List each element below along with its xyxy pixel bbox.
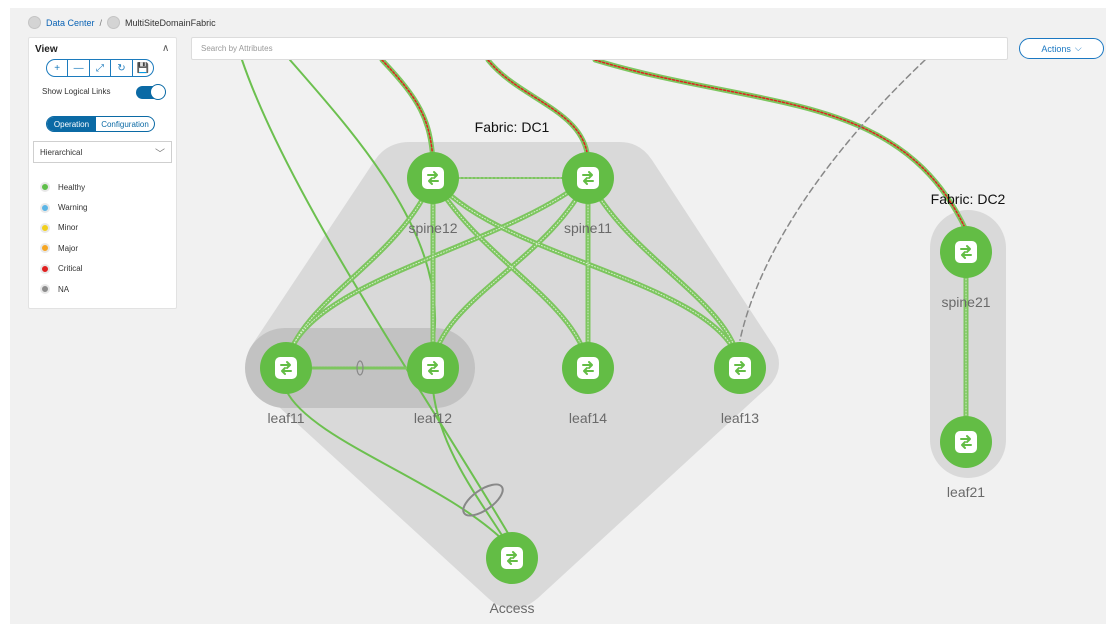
datacenter-icon <box>28 16 41 29</box>
node-leaf11[interactable]: leaf11 <box>260 342 312 426</box>
node-label: Access <box>489 600 534 616</box>
legend-label: Warning <box>58 203 88 213</box>
legend-label: Major <box>58 243 79 253</box>
toggle-knob <box>150 84 166 100</box>
actions-label: Actions <box>1041 43 1071 54</box>
switch-icon <box>728 356 752 380</box>
save-layout-button[interactable]: 💾 <box>131 60 153 76</box>
fabric-label-dc1: Fabric: DC1 <box>475 119 550 135</box>
health-legend: Healthy Warning Minor Major Critical NA <box>40 177 88 299</box>
legend-item-critical: Critical <box>40 259 88 279</box>
node-spine11[interactable]: spine11 <box>562 152 614 236</box>
switch-icon <box>954 240 978 264</box>
chevron-up-icon[interactable]: ∧ <box>162 43 169 54</box>
node-label: leaf14 <box>569 410 607 426</box>
node-leaf12[interactable]: leaf12 <box>407 342 459 426</box>
node-label: spine12 <box>408 220 457 236</box>
view-toolbar: + — ⤢ ↻ 💾 <box>46 59 154 77</box>
fabric-icon <box>107 16 121 29</box>
node-label: leaf21 <box>947 484 985 500</box>
breadcrumb-root-link[interactable]: Data Center <box>46 18 95 28</box>
operation-tab[interactable]: Operation <box>47 117 96 131</box>
node-label: leaf13 <box>721 410 759 426</box>
layout-select-value: Hierarchical <box>40 148 83 157</box>
refresh-button[interactable]: ↻ <box>110 60 131 76</box>
node-label: leaf11 <box>267 410 304 426</box>
legend-label: Healthy <box>58 182 86 192</box>
node-leaf14[interactable]: leaf14 <box>562 342 614 426</box>
fabric-label-dc2: Fabric: DC2 <box>931 191 1006 207</box>
switch-icon <box>954 430 978 454</box>
breadcrumb-separator: / <box>99 17 103 28</box>
zoom-out-button[interactable]: — <box>67 60 88 76</box>
node-leaf21[interactable]: leaf21 <box>940 416 992 500</box>
node-leaf13[interactable]: leaf13 <box>714 342 766 426</box>
layout-select[interactable]: Hierarchical ﹀ <box>33 141 172 163</box>
logical-link-leaf13[interactable] <box>739 59 926 341</box>
breadcrumb-current: MultiSiteDomainFabric <box>125 17 216 28</box>
switch-icon <box>274 356 298 380</box>
legend-item-na: NA <box>40 279 88 299</box>
node-spine21[interactable]: spine21 <box>940 226 992 310</box>
configuration-tab[interactable]: Configuration <box>96 117 154 131</box>
node-label: spine11 <box>564 220 612 236</box>
status-dot-icon <box>40 222 50 233</box>
status-dot-icon <box>40 202 50 213</box>
fit-to-screen-button[interactable]: ⤢ <box>88 60 110 76</box>
actions-button[interactable]: Actions ⌵ <box>1019 38 1104 59</box>
legend-item-healthy: Healthy <box>40 177 88 197</box>
node-label: spine21 <box>941 294 990 310</box>
view-panel-title: View <box>35 44 58 55</box>
switch-icon <box>421 166 445 190</box>
legend-item-major: Major <box>40 238 88 258</box>
view-panel: View ∧ + — ⤢ ↻ 💾 Show Logical Links Oper… <box>28 37 177 309</box>
zoom-in-button[interactable]: + <box>47 60 67 76</box>
node-label: leaf12 <box>414 410 452 426</box>
chevron-down-icon: ﹀ <box>155 149 165 160</box>
search-input[interactable]: Search by Attributes <box>191 37 1008 60</box>
mode-segmented-control: Operation Configuration <box>46 116 155 132</box>
legend-item-warning: Warning <box>40 197 88 217</box>
switch-icon <box>576 356 600 380</box>
legend-label: Minor <box>58 223 79 233</box>
show-logical-links-toggle[interactable] <box>136 84 166 100</box>
switch-icon <box>421 356 445 380</box>
status-dot-icon <box>40 284 50 295</box>
chevron-down-icon: ⌵ <box>1074 43 1082 53</box>
breadcrumb: Data Center / MultiSiteDomainFabric <box>28 16 216 29</box>
status-dot-icon <box>40 263 50 274</box>
status-dot-icon <box>40 182 50 193</box>
legend-item-minor: Minor <box>40 218 88 238</box>
switch-icon <box>576 166 600 190</box>
show-logical-links-label: Show Logical Links <box>42 87 111 96</box>
node-access[interactable]: Access <box>486 532 538 616</box>
legend-label: NA <box>58 284 70 294</box>
status-dot-icon <box>40 243 50 254</box>
node-spine12[interactable]: spine12 <box>407 152 459 236</box>
legend-label: Critical <box>58 264 83 274</box>
switch-icon <box>500 546 524 570</box>
